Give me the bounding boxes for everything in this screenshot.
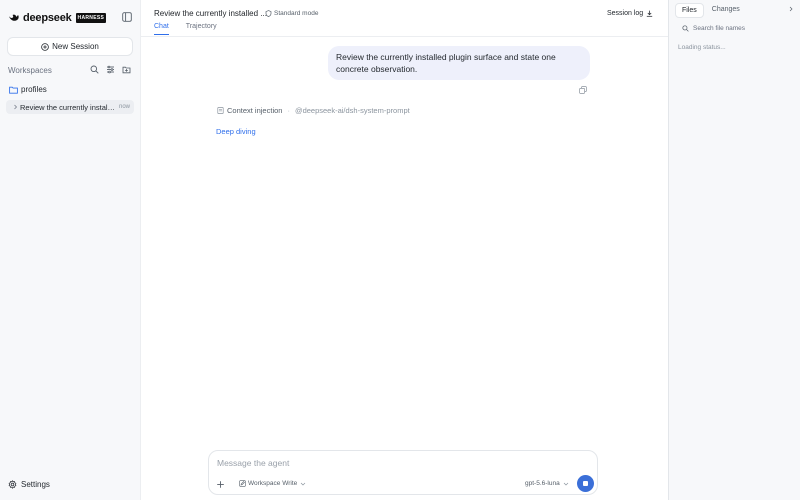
tab-changes[interactable]: Changes bbox=[706, 3, 746, 18]
folder-name: profiles bbox=[21, 85, 47, 94]
workspace-folder[interactable]: profiles bbox=[9, 85, 47, 94]
folder-icon bbox=[9, 86, 18, 94]
chevron-right-icon[interactable] bbox=[788, 6, 794, 12]
permission-label: Workspace Write bbox=[248, 480, 298, 487]
chevron-down-icon bbox=[301, 482, 306, 485]
plus-circle-icon bbox=[41, 42, 49, 51]
workspace-tools bbox=[90, 65, 131, 74]
main-tabs: Chat Trajectory bbox=[154, 23, 217, 35]
composer: Workspace Write gpt-5.6-luna bbox=[208, 450, 598, 495]
status-indicator: Deep diving bbox=[216, 127, 256, 136]
settings-button[interactable]: Settings bbox=[8, 480, 50, 489]
workspaces-heading: Workspaces bbox=[8, 66, 52, 75]
context-label: Context injection bbox=[227, 106, 283, 115]
permission-select[interactable]: Workspace Write bbox=[239, 480, 306, 487]
session-log-label: Session log bbox=[607, 10, 644, 17]
message-input[interactable] bbox=[217, 457, 517, 469]
deepseek-whale-icon bbox=[9, 14, 19, 21]
model-label: gpt-5.6-luna bbox=[525, 480, 560, 487]
main-header: Review the currently installed ... Stand… bbox=[141, 0, 668, 37]
session-log-button[interactable]: Session log bbox=[601, 6, 659, 21]
context-value: @deepseek-ai/dsh-system-prompt bbox=[294, 106, 410, 115]
session-item[interactable]: Review the currently installed plugin su… bbox=[6, 100, 134, 114]
copy-icon[interactable] bbox=[579, 86, 587, 94]
pencil-icon bbox=[239, 480, 246, 487]
brand[interactable]: deepseek HARNESS bbox=[8, 11, 107, 25]
filter-icon[interactable] bbox=[106, 65, 115, 74]
sidebar: deepseek HARNESS New Session Workspaces bbox=[0, 0, 141, 500]
chevron-right-icon bbox=[14, 104, 17, 110]
panel-status: Loading status... bbox=[678, 44, 726, 51]
chevron-down-icon bbox=[563, 482, 568, 485]
mode-label: Standard mode bbox=[274, 10, 319, 17]
user-message: Review the currently installed plugin su… bbox=[328, 46, 590, 80]
brand-tag: HARNESS bbox=[75, 13, 107, 23]
stop-button[interactable] bbox=[577, 475, 594, 492]
settings-label: Settings bbox=[21, 480, 50, 489]
tab-trajectory[interactable]: Trajectory bbox=[186, 23, 217, 35]
model-select[interactable]: gpt-5.6-luna bbox=[525, 480, 569, 487]
mode-indicator[interactable]: Standard mode bbox=[265, 10, 318, 17]
tab-chat[interactable]: Chat bbox=[154, 23, 169, 35]
tab-files[interactable]: Files bbox=[675, 3, 704, 18]
search-icon[interactable] bbox=[90, 65, 99, 74]
stop-icon bbox=[583, 481, 588, 486]
new-session-button[interactable]: New Session bbox=[7, 37, 133, 56]
session-time: now bbox=[119, 104, 131, 110]
shield-icon bbox=[265, 10, 272, 17]
plus-icon[interactable] bbox=[216, 480, 225, 489]
brand-name: deepseek bbox=[23, 12, 72, 24]
right-panel-tabs: Files Changes bbox=[675, 3, 746, 18]
document-icon bbox=[217, 107, 224, 114]
sidebar-toggle-icon[interactable] bbox=[122, 12, 132, 22]
file-search bbox=[676, 21, 796, 36]
new-session-label: New Session bbox=[52, 42, 99, 51]
download-icon bbox=[647, 10, 653, 17]
session-title: Review the currently installed plugin su… bbox=[20, 102, 116, 112]
context-separator: · bbox=[287, 106, 290, 115]
right-panel: Files Changes Loading status... bbox=[668, 0, 800, 500]
new-folder-icon[interactable] bbox=[122, 65, 131, 74]
file-search-input[interactable] bbox=[693, 25, 788, 32]
search-icon bbox=[682, 25, 689, 32]
gear-icon bbox=[8, 480, 17, 489]
context-injection[interactable]: Context injection · @deepseek-ai/dsh-sys… bbox=[217, 106, 410, 115]
page-title: Review the currently installed ... bbox=[154, 9, 267, 18]
